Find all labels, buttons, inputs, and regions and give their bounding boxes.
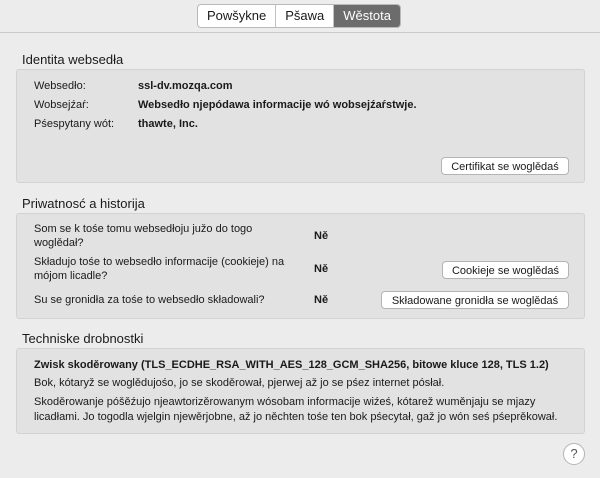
verifier-value: thawte, Inc. [138,118,198,130]
visited-answer: Ně [314,230,329,242]
identity-section-title: Identita websedła [22,52,124,67]
tab-bar: Powšykne Pšawa Wěstota [197,4,401,28]
passwords-question: Su se gronidła za tośe to websedło skład… [34,294,265,306]
website-label: Websedło: [34,80,86,92]
view-saved-passwords-button[interactable]: Składowane gronidła se woglědaś [381,291,569,309]
cookies-question: Składujo tośe to websedło informacije (c… [34,256,285,282]
owner-value: Websedło njepódawa informacije wó wobsej… [138,99,417,111]
view-certificate-button[interactable]: Certifikat se woglědaś [441,157,569,175]
verifier-label: Pśespytany wót: [34,118,115,130]
passwords-answer: Ně [314,294,329,306]
cookies-answer: Ně [314,263,329,275]
tab-general[interactable]: Powšykne [198,5,277,27]
privacy-box: Som se k tośe tomu websedłoju južo do to… [16,213,585,319]
help-button[interactable]: ? [563,443,585,465]
tab-security[interactable]: Wěstota [334,5,400,27]
tab-permissions[interactable]: Pšawa [276,5,335,27]
website-value: ssl-dv.mozqa.com [138,80,233,92]
toolbar: Powšykne Pšawa Wěstota [0,0,600,33]
visited-question: Som se k tośe tomu websedłoju južo do to… [34,223,253,249]
connection-summary: Zwisk skoděrowany (TLS_ECDHE_RSA_WITH_AE… [34,359,549,371]
technical-section-title: Techniske drobnostki [22,331,144,346]
privacy-section-title: Priwatnosć a historija [22,196,145,211]
owner-label: Wobsejźaŕ: [34,99,89,111]
encryption-explanation: Skoděrowanje póšěźujo njeawtorizěrowanym… [34,396,558,423]
identity-box: Websedło: ssl-dv.mozqa.com Wobsejźaŕ: We… [16,69,585,183]
view-cookies-button[interactable]: Cookieje se woglědaś [442,261,569,279]
encryption-info: Bok, kótaryž se woglědujośo, jo se skodě… [34,377,445,389]
technical-box: Zwisk skoděrowany (TLS_ECDHE_RSA_WITH_AE… [16,348,585,434]
